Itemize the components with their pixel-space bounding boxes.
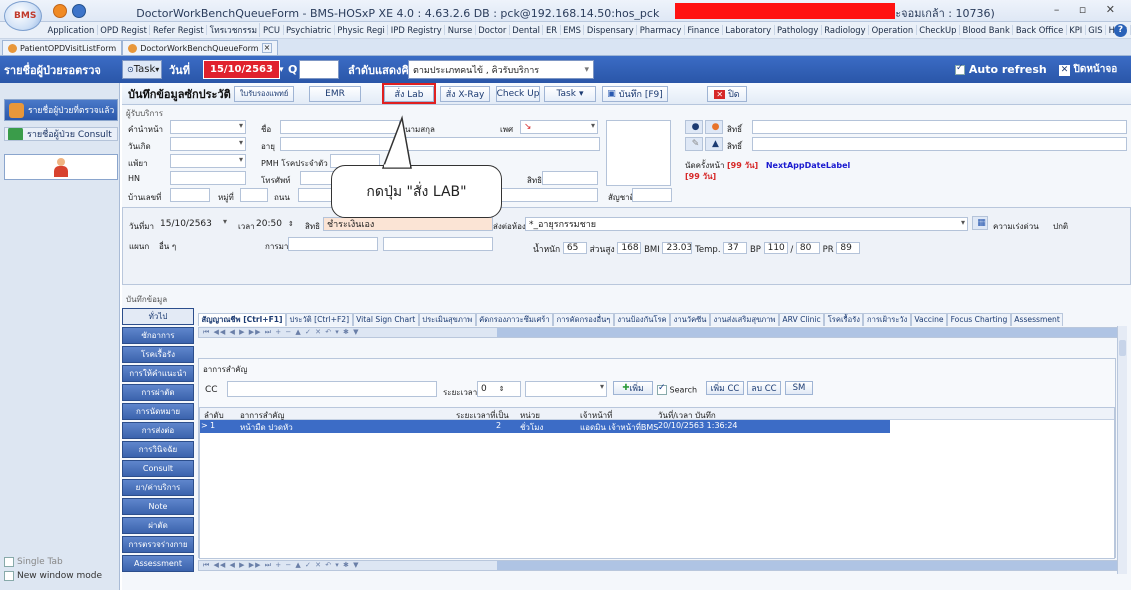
callout-pointer	[0, 0, 1131, 590]
